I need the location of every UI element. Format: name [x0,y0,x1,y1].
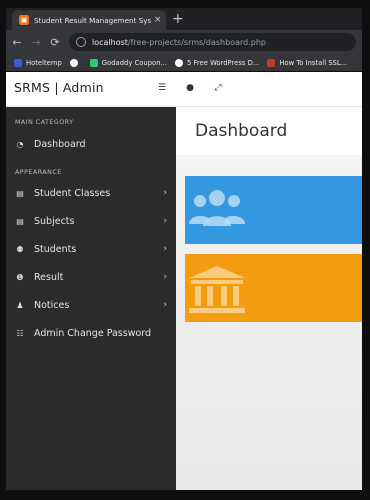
bookmark-favicon-icon [175,58,183,67]
header-icons: ☰ ● ⤢ [156,83,224,93]
sidebar: MAIN CATEGORY ◔ Dashboard APPEARANCE ▤ S… [6,107,176,490]
tab-close-icon[interactable]: × [154,15,162,25]
new-tab-button[interactable]: + [172,10,184,28]
bookmarks-bar: Hoteltemp Godaddy Coupon... 5 Free WordP… [6,54,362,71]
stat-card-students[interactable] [185,176,362,244]
stat-card-classes[interactable] [185,254,362,322]
file-icon: ▤ [16,188,24,198]
page-title: Dashboard [195,121,288,141]
chevron-right-icon: › [163,244,167,254]
browser-tab-bar: ▣ Student Result Management Sys × + [6,8,362,30]
url-host: localhost [92,37,128,47]
list-icon: ☷ [16,328,24,338]
wordpress-icon [69,58,78,67]
bookmark-item[interactable]: Godaddy Coupon... [89,58,167,67]
back-arrow-icon[interactable]: ← [9,36,25,49]
address-bar[interactable]: localhost /free-projects/srms/dashboard.… [69,33,356,51]
bookmark-favicon-icon [267,58,276,67]
screen-frame: ▣ Student Result Management Sys × + ← → … [0,0,370,500]
bookmark-favicon-icon [89,58,98,67]
reload-icon[interactable]: ⟳ [47,36,63,49]
users-icon [189,190,245,226]
sidebar-item-subjects[interactable]: ▤ Subjects › [6,210,176,232]
brand-title[interactable]: SRMS | Admin [14,80,104,95]
sidebar-item-students[interactable]: ⚉ Students › [6,238,176,260]
menu-toggle-icon[interactable]: ☰ [156,83,168,93]
users-icon: ⚉ [16,244,24,254]
dashboard-icon: ◔ [16,139,24,149]
app-header: SRMS | Admin ☰ ● ⤢ [6,72,362,107]
file-icon: ▤ [16,216,24,226]
sidebar-item-label: Admin Change Password [34,327,152,339]
site-info-icon[interactable] [76,37,86,47]
page-title-bar: Dashboard [176,107,362,155]
chevron-right-icon: › [163,272,167,282]
bell-icon: ♟ [16,300,24,310]
bookmark-label: 5 Free WordPress D... [187,58,260,67]
sidebar-item-label: Dashboard [34,138,86,150]
bookmark-item[interactable] [69,58,82,67]
tab-title: Student Result Management Sys [34,15,152,25]
main-content: Dashboard [176,107,362,490]
sidebar-item-notices[interactable]: ♟ Notices › [6,294,176,316]
bookmark-label: How To Install SSL... [279,58,348,67]
fullscreen-icon[interactable]: ⤢ [212,83,224,93]
sidebar-item-label: Students [34,243,77,255]
bookmark-favicon-icon [14,58,22,67]
section-label-main: MAIN CATEGORY [15,119,74,126]
web-app: SRMS | Admin ☰ ● ⤢ MAIN CATEGORY ◔ Dashb… [6,72,362,490]
sidebar-item-admin-change-password[interactable]: ☷ Admin Change Password [6,322,176,344]
site-favicon-icon: ▣ [19,15,29,25]
sidebar-item-label: Student Classes [34,187,111,199]
sidebar-item-dashboard[interactable]: ◔ Dashboard [6,133,176,155]
info-icon: ❶ [16,272,24,282]
chevron-right-icon: › [163,300,167,310]
bookmark-item[interactable]: Hoteltemp [14,58,62,67]
browser-tab[interactable]: ▣ Student Result Management Sys × [12,10,166,30]
url-path: /free-projects/srms/dashboard.php [127,37,266,47]
sidebar-item-student-classes[interactable]: ▤ Student Classes › [6,182,176,204]
user-icon[interactable]: ● [184,83,196,93]
section-label-appearance: APPEARANCE [15,169,62,176]
bookmark-label: Hoteltemp [26,58,62,67]
chevron-right-icon: › [163,216,167,226]
sidebar-item-label: Result [34,271,64,283]
chevron-right-icon: › [163,188,167,198]
bookmark-item[interactable]: 5 Free WordPress D... [175,58,260,67]
bank-icon [189,266,245,313]
bookmark-label: Godaddy Coupon... [101,58,167,67]
sidebar-item-result[interactable]: ❶ Result › [6,266,176,288]
sidebar-item-label: Notices [34,299,70,311]
forward-arrow-icon[interactable]: → [28,36,44,49]
sidebar-item-label: Subjects [34,215,75,227]
bookmark-item[interactable]: How To Install SSL... [267,58,348,67]
browser-toolbar: ← → ⟳ localhost /free-projects/srms/dash… [6,30,362,54]
